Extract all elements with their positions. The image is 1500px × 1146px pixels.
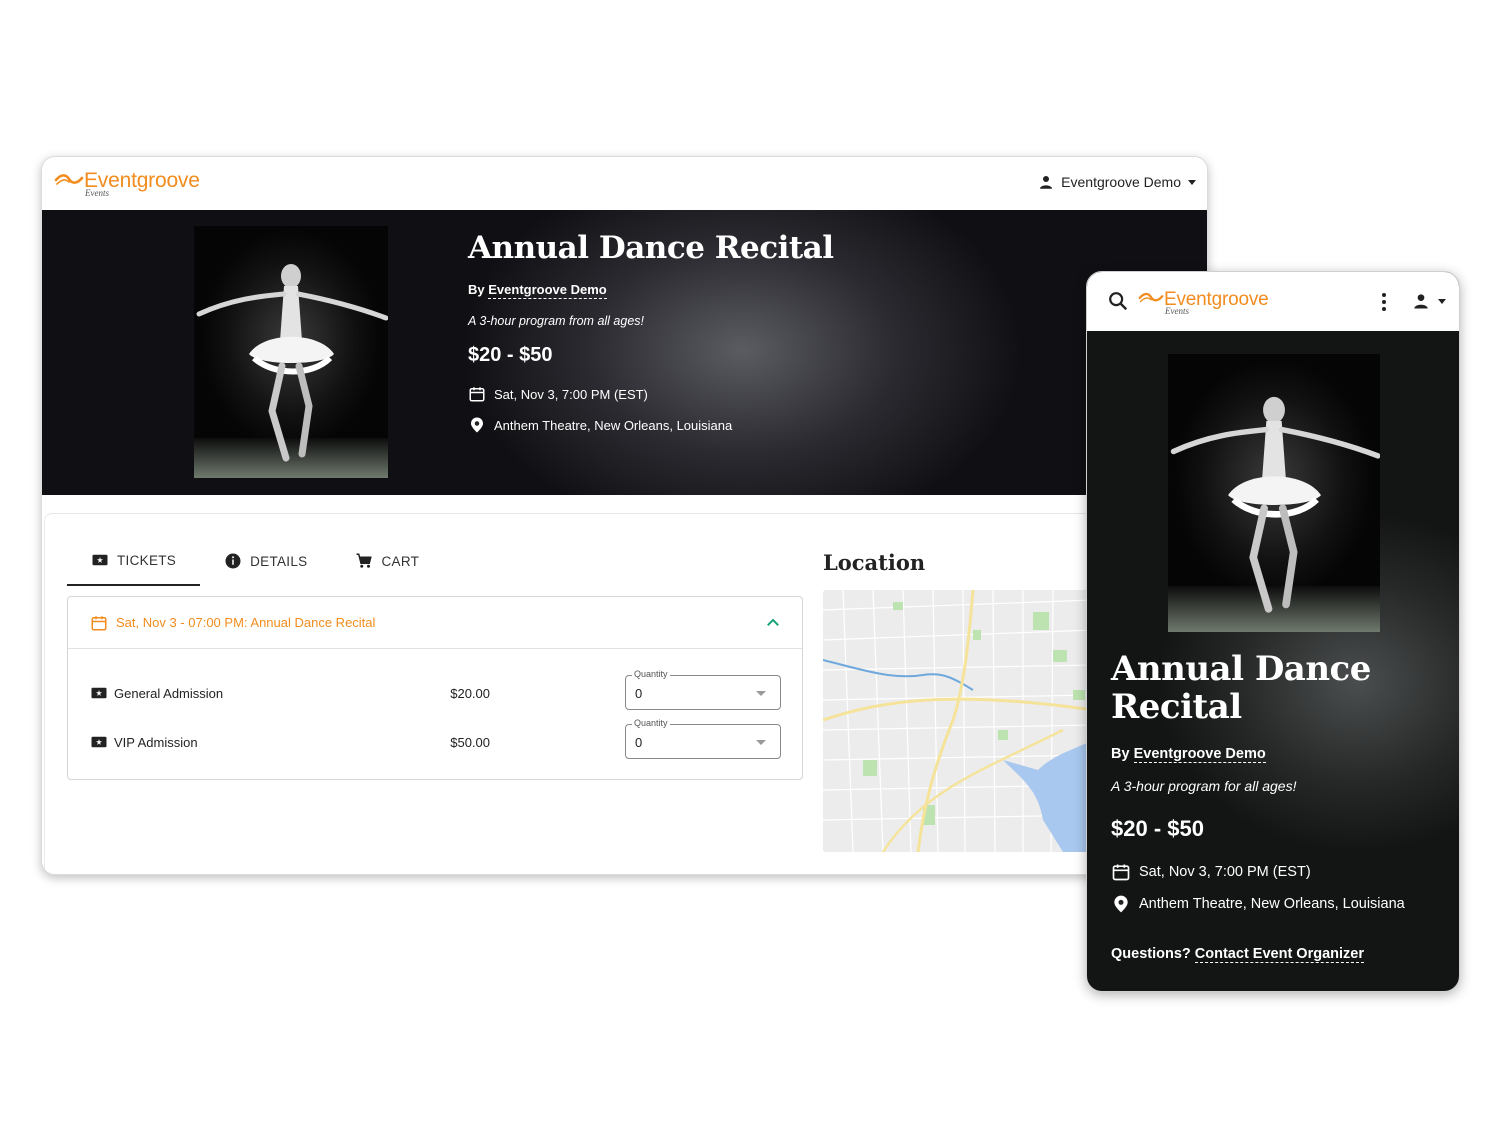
questions-line: Questions? Contact Event Organizer (1111, 946, 1364, 963)
wave-logo-icon (54, 174, 84, 185)
quantity-value: 0 (635, 735, 643, 750)
cart-icon (356, 553, 373, 568)
calendar-icon (91, 615, 107, 630)
ticket-icon (91, 736, 107, 748)
location-map[interactable] (823, 590, 1093, 852)
questions-prefix: Questions? (1111, 946, 1191, 962)
dropdown-arrow-icon (756, 740, 766, 745)
tab-tickets[interactable]: TICKETS (67, 536, 201, 586)
tab-details[interactable]: DETAILS (200, 536, 331, 586)
tab-details-label: DETAILS (250, 553, 308, 569)
calendar-icon (1112, 864, 1130, 881)
ticket-price: $50.00 (450, 734, 490, 750)
event-venue-row: Anthem Theatre, New Orleans, Louisiana (468, 416, 732, 434)
quantity-value: 0 (635, 686, 643, 701)
location-heading: Location (823, 550, 926, 575)
price-range: $20 - $50 (468, 344, 553, 366)
info-icon (225, 553, 241, 569)
event-tagline: A 3-hour program for all ages! (1111, 778, 1297, 794)
caret-down-icon (1438, 299, 1446, 304)
event-content: TICKETS DETAILS CART Sat, Nov 3 - 07:00 … (44, 513, 1164, 873)
event-venue-row: Anthem Theatre, New Orleans, Louisiana (1111, 894, 1405, 914)
mobile-top-bar: Eventgroove Events (1087, 272, 1459, 331)
quantity-label: Quantity (632, 669, 670, 679)
event-venue: Anthem Theatre, New Orleans, Louisiana (494, 417, 733, 433)
quantity-label: Quantity (632, 718, 670, 728)
brand-sub: Events (85, 188, 109, 198)
person-icon (1414, 294, 1428, 309)
calendar-icon (469, 387, 485, 402)
price-range: $20 - $50 (1111, 816, 1204, 841)
user-menu[interactable]: Eventgroove Demo (1037, 173, 1197, 191)
ballerina-image (196, 264, 388, 462)
event-date-row: Sat, Nov 3, 7:00 PM (EST) (468, 385, 648, 403)
user-menu-label: Eventgroove Demo (1061, 174, 1181, 190)
chevron-up-icon[interactable] (764, 614, 782, 632)
desktop-window: Eventgroove Events Eventgroove Demo Annu… (41, 156, 1208, 875)
event-hero: Annual Dance Recital By Eventgroove Demo… (42, 210, 1207, 495)
ticket-name: General Admission (114, 685, 224, 701)
event-title: Annual Dance Recital (1111, 649, 1371, 727)
organizer-line: By Eventgroove Demo (468, 282, 607, 299)
brand-logo[interactable]: Eventgroove Events (54, 170, 200, 198)
map-image (823, 590, 1093, 852)
event-venue: Anthem Theatre, New Orleans, Louisiana (1139, 896, 1405, 912)
accordion-title: Sat, Nov 3 - 07:00 PM: Annual Dance Reci… (116, 615, 376, 630)
ticket-icon (91, 687, 107, 699)
organizer-link[interactable]: Eventgroove Demo (488, 282, 607, 299)
contact-organizer-link[interactable]: Contact Event Organizer (1194, 946, 1364, 963)
person-icon (1040, 176, 1053, 189)
brand-sub: Events (1165, 306, 1189, 316)
by-prefix: By (1111, 746, 1130, 762)
accordion-header[interactable]: Sat, Nov 3 - 07:00 PM: Annual Dance Reci… (68, 597, 802, 649)
event-date: Sat, Nov 3, 7:00 PM (EST) (494, 386, 648, 402)
caret-down-icon (1188, 180, 1196, 185)
dropdown-arrow-icon (756, 691, 766, 696)
ticket-price: $20.00 (450, 685, 490, 701)
tab-tickets-label: TICKETS (117, 552, 177, 568)
event-title: Annual Dance Recital (468, 230, 834, 266)
ticket-row: VIP Admission $50.00 Quantity 0 (68, 718, 802, 762)
location-pin-icon (1114, 895, 1128, 913)
event-image (1168, 354, 1380, 632)
wave-logo-icon (1138, 292, 1164, 303)
organizer-line: By Eventgroove Demo (1111, 746, 1266, 763)
organizer-link[interactable]: Eventgroove Demo (1133, 746, 1266, 763)
quantity-select[interactable]: Quantity 0 (625, 669, 781, 710)
event-date: Sat, Nov 3, 7:00 PM (EST) (1139, 864, 1311, 880)
mobile-window: Eventgroove Events Annual Dance Recital … (1086, 271, 1460, 992)
mobile-user-menu[interactable] (1411, 291, 1447, 311)
tab-cart-label: CART (381, 553, 420, 569)
event-tagline: A 3-hour program from all ages! (468, 314, 645, 328)
ticket-name: VIP Admission (114, 734, 198, 750)
by-prefix: By (468, 282, 485, 297)
ticket-icon (92, 554, 108, 566)
ballerina-image (1170, 396, 1380, 613)
ticket-accordion: Sat, Nov 3 - 07:00 PM: Annual Dance Reci… (67, 596, 803, 780)
tab-cart[interactable]: CART (331, 536, 443, 586)
tab-bar: TICKETS DETAILS CART (67, 536, 443, 586)
more-vert-icon[interactable] (1381, 292, 1387, 312)
event-image (194, 226, 388, 478)
brand-logo[interactable]: Eventgroove Events (1138, 289, 1269, 316)
event-date-row: Sat, Nov 3, 7:00 PM (EST) (1111, 862, 1311, 882)
search-icon[interactable] (1107, 290, 1129, 312)
quantity-select[interactable]: Quantity 0 (625, 718, 781, 759)
location-pin-icon (471, 417, 483, 433)
ticket-row: General Admission $20.00 Quantity 0 (68, 669, 802, 713)
top-bar: Eventgroove Events Eventgroove Demo (42, 157, 1207, 210)
